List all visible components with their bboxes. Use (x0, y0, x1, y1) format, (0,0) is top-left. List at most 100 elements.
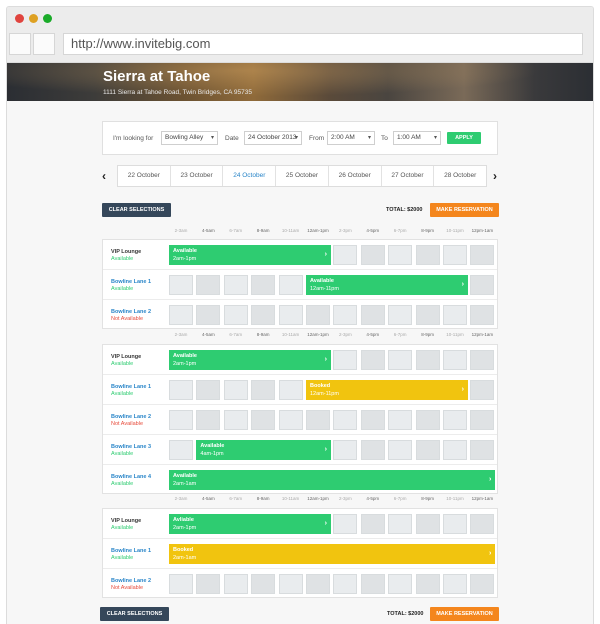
time-slot[interactable] (251, 380, 276, 400)
date-tab[interactable]: 27 October (382, 166, 435, 186)
time-slot[interactable] (196, 275, 221, 295)
time-slot[interactable] (251, 410, 276, 430)
venue-type-select[interactable]: Bowling Alley ▾ (161, 131, 218, 145)
time-slot[interactable] (333, 440, 358, 460)
resource-name[interactable]: Bowline Lane 2 (111, 309, 151, 315)
time-slot[interactable] (470, 275, 495, 295)
time-slot[interactable] (470, 574, 495, 594)
time-slot[interactable] (333, 350, 358, 370)
from-time-select[interactable]: 2:00 AM ▾ (327, 131, 375, 145)
resource-name[interactable]: Bowline Lane 1 (111, 384, 151, 390)
resource-name[interactable]: Bowline Lane 1 (111, 548, 151, 554)
time-slot[interactable] (223, 275, 248, 295)
close-window-dot[interactable] (15, 14, 24, 23)
availability-bar[interactable]: Available 12am-11pm › (306, 275, 468, 295)
time-slot[interactable] (360, 245, 385, 265)
time-slot[interactable] (333, 514, 358, 534)
time-slot[interactable] (443, 305, 467, 325)
resource-name[interactable]: Bowline Lane 3 (111, 444, 151, 450)
time-slot[interactable] (415, 514, 440, 534)
time-slot[interactable] (196, 305, 221, 325)
time-slot[interactable] (278, 574, 303, 594)
time-slot[interactable] (169, 440, 193, 460)
time-slot[interactable] (278, 380, 303, 400)
time-slot[interactable] (251, 574, 276, 594)
chevron-right-icon[interactable]: › (493, 169, 497, 183)
time-slot[interactable] (388, 245, 413, 265)
time-slot[interactable] (415, 245, 440, 265)
time-slot[interactable] (196, 380, 221, 400)
apply-button[interactable]: APPLY (447, 132, 481, 144)
time-slot[interactable] (196, 574, 221, 594)
time-slot[interactable] (360, 350, 385, 370)
time-slot[interactable] (388, 574, 413, 594)
clear-selections-button-top[interactable]: CLEAR SELECTIONS (102, 203, 171, 217)
resource-name[interactable]: Bowline Lane 1 (111, 279, 151, 285)
availability-bar[interactable]: Booked 2am-1am › (169, 544, 496, 564)
time-slot[interactable] (388, 350, 413, 370)
time-slot[interactable] (443, 440, 467, 460)
time-slot[interactable] (333, 245, 358, 265)
time-slot[interactable] (443, 514, 467, 534)
minimize-window-dot[interactable] (29, 14, 38, 23)
time-slot[interactable] (251, 305, 276, 325)
time-slot[interactable] (223, 305, 248, 325)
time-slot[interactable] (415, 440, 440, 460)
time-slot[interactable] (415, 305, 440, 325)
to-time-select[interactable]: 1:00 AM ▾ (393, 131, 441, 145)
time-slot[interactable] (470, 410, 495, 430)
time-slot[interactable] (470, 350, 495, 370)
date-tab[interactable]: 23 October (171, 166, 224, 186)
time-slot[interactable] (360, 514, 385, 534)
date-select[interactable]: 24 October 2013 ▾ (244, 131, 302, 145)
time-slot[interactable] (223, 380, 248, 400)
time-slot[interactable] (415, 410, 440, 430)
time-slot[interactable] (169, 305, 193, 325)
time-slot[interactable] (443, 410, 467, 430)
resource-name[interactable]: Bowline Lane 2 (111, 578, 151, 584)
date-tab[interactable]: 24 October (223, 166, 277, 186)
time-slot[interactable] (333, 410, 358, 430)
time-slot[interactable] (278, 410, 303, 430)
address-bar[interactable]: http://www.invitebig.com (63, 33, 583, 55)
time-slot[interactable] (333, 574, 358, 594)
clear-selections-button-bottom[interactable]: CLEAR SELECTIONS (100, 607, 169, 621)
time-slot[interactable] (360, 574, 385, 594)
chevron-left-icon[interactable]: ‹ (102, 169, 106, 183)
time-slot[interactable] (306, 410, 330, 430)
date-tab[interactable]: 22 October (118, 166, 171, 186)
time-slot[interactable] (388, 440, 413, 460)
date-tab[interactable]: 26 October (329, 166, 382, 186)
availability-bar[interactable]: Booked 12am-11pm › (306, 380, 468, 400)
make-reservation-button-top[interactable]: MAKE RESERVATION (430, 203, 499, 217)
time-slot[interactable] (196, 410, 221, 430)
date-tab[interactable]: 28 October (434, 166, 486, 186)
time-slot[interactable] (169, 275, 193, 295)
availability-bar[interactable]: Available 4am-1pm › (196, 440, 331, 460)
time-slot[interactable] (278, 305, 303, 325)
time-slot[interactable] (360, 440, 385, 460)
time-slot[interactable] (251, 275, 276, 295)
availability-bar[interactable]: Available 2am-1pm › (169, 245, 331, 265)
time-slot[interactable] (443, 350, 467, 370)
date-tab[interactable]: 25 October (276, 166, 329, 186)
time-slot[interactable] (169, 410, 193, 430)
availability-bar[interactable]: Avliable 2am-1pm › (169, 514, 331, 534)
time-slot[interactable] (306, 305, 330, 325)
time-slot[interactable] (360, 305, 385, 325)
back-button[interactable] (9, 33, 31, 55)
time-slot[interactable] (360, 410, 385, 430)
resource-name[interactable]: Bowline Lane 2 (111, 414, 151, 420)
time-slot[interactable] (169, 380, 193, 400)
time-slot[interactable] (169, 574, 193, 594)
time-slot[interactable] (388, 514, 413, 534)
time-slot[interactable] (333, 305, 358, 325)
time-slot[interactable] (470, 305, 495, 325)
availability-bar[interactable]: Available 2am-1am › (169, 470, 496, 490)
time-slot[interactable] (388, 305, 413, 325)
time-slot[interactable] (388, 410, 413, 430)
time-slot[interactable] (443, 245, 467, 265)
time-slot[interactable] (223, 574, 248, 594)
time-slot[interactable] (223, 410, 248, 430)
time-slot[interactable] (278, 275, 303, 295)
